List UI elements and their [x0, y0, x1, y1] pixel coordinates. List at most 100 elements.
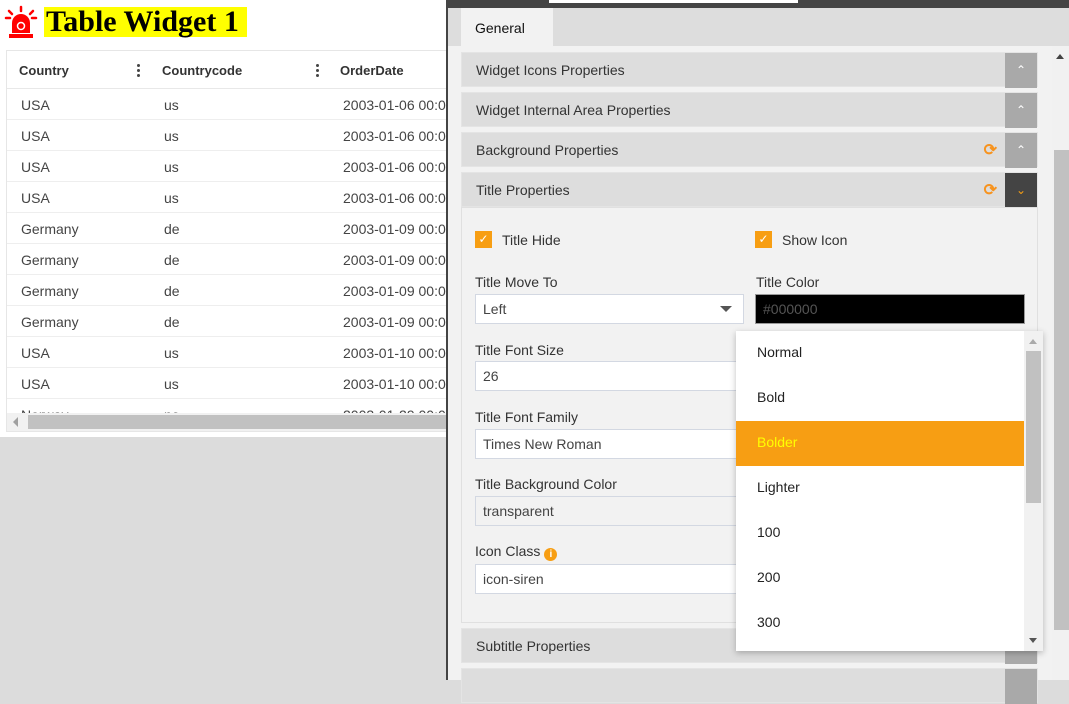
table-header: Country Countrycode OrderDate: [7, 51, 446, 89]
table-cell: us: [164, 128, 179, 144]
panel-topbar: [448, 0, 1069, 8]
tab-general[interactable]: General: [461, 8, 553, 46]
tab-bar: General: [448, 8, 1069, 46]
dropdown-option[interactable]: Normal: [736, 331, 1024, 376]
widget-title-text: Table Widget 1: [44, 7, 247, 37]
data-table: Country Countrycode OrderDate USA us 2003-…: [6, 50, 447, 432]
top-input[interactable]: [549, 0, 798, 3]
table-row[interactable]: USA us 2003-01-06 00:00: [7, 89, 446, 120]
column-header-orderdate[interactable]: OrderDate: [340, 63, 404, 78]
table-cell: Germany: [21, 283, 79, 299]
table-cell: 2003-01-06 00:00: [343, 190, 447, 206]
table-row[interactable]: USA us 2003-01-06 00:00: [7, 151, 446, 182]
table-cell: 2003-01-09 00:00: [343, 252, 447, 268]
section-label: Subtitle Properties: [476, 638, 591, 654]
chevron-up-icon[interactable]: ⌃: [1005, 93, 1037, 128]
table-cell: 2003-01-10 00:00: [343, 376, 447, 392]
column-header-countrycode[interactable]: Countrycode: [162, 63, 242, 78]
scrollbar-thumb[interactable]: [1026, 351, 1041, 503]
table-row[interactable]: USA us 2003-01-10 00:00: [7, 368, 446, 399]
title-move-to-select[interactable]: Left: [475, 294, 744, 324]
field-label: Title Background Color: [475, 476, 617, 492]
siren-icon: [4, 5, 38, 38]
section-label: Widget Internal Area Properties: [476, 102, 671, 118]
column-menu-icon[interactable]: [316, 64, 320, 79]
field-label: Icon Class: [475, 543, 541, 559]
scroll-left-icon[interactable]: [13, 417, 18, 427]
horizontal-scrollbar[interactable]: [7, 413, 446, 431]
table-cell: USA: [21, 190, 50, 206]
dropdown-option[interactable]: 100: [736, 511, 1024, 556]
field-label: Title Font Size: [475, 342, 564, 358]
table-cell: us: [164, 159, 179, 175]
section-next[interactable]: [461, 668, 1038, 704]
table-cell: us: [164, 97, 179, 113]
table-cell: us: [164, 376, 179, 392]
table-cell: 2003-01-09 00:00: [343, 221, 447, 237]
table-cell: 2003-01-10 00:00: [343, 345, 447, 361]
refresh-icon[interactable]: ⟳: [984, 140, 997, 160]
table-widget: Table Widget 1 Country Countrycode Order…: [0, 0, 447, 437]
section-title[interactable]: Title Properties ⟳ ⌄: [461, 172, 1038, 208]
dropdown-option[interactable]: 200: [736, 556, 1024, 601]
chevron-up-icon[interactable]: ⌃: [1005, 133, 1037, 168]
scrollbar-thumb[interactable]: [28, 415, 446, 429]
section-background[interactable]: Background Properties ⟳ ⌃: [461, 132, 1038, 168]
table-cell: USA: [21, 345, 50, 361]
title-font-family-input[interactable]: Times New Roman: [475, 429, 744, 459]
dropdown-scrollbar[interactable]: [1024, 331, 1043, 651]
chevron-down-icon[interactable]: ⌄: [1005, 173, 1037, 208]
field-label: Title Move To: [475, 274, 558, 290]
icon-class-label: Icon Class i: [475, 543, 558, 561]
section-widget-internal-area[interactable]: Widget Internal Area Properties ⌃: [461, 92, 1038, 128]
table-cell: 2003-01-09 00:00: [343, 314, 447, 330]
checkmark-icon[interactable]: ✓: [755, 231, 772, 248]
chevron-up-icon[interactable]: ⌃: [1005, 53, 1037, 88]
dropdown-option[interactable]: Lighter: [736, 466, 1024, 511]
table-row[interactable]: USA us 2003-01-06 00:00: [7, 182, 446, 213]
table-cell: de: [164, 283, 180, 299]
table-row[interactable]: USA us 2003-01-06 00:00: [7, 120, 446, 151]
title-bg-color-input[interactable]: transparent: [475, 496, 744, 526]
table-cell: de: [164, 314, 180, 330]
table-row[interactable]: Germany de 2003-01-09 00:00: [7, 213, 446, 244]
scroll-down-icon[interactable]: [1029, 638, 1037, 643]
section-label: Title Properties: [476, 182, 570, 198]
icon-class-input[interactable]: icon-siren: [475, 564, 744, 594]
checkbox-label: Title Hide: [502, 231, 561, 248]
checkbox-label: Show Icon: [782, 231, 848, 248]
scroll-up-icon[interactable]: [1029, 339, 1037, 344]
field-label: Title Color: [756, 274, 820, 290]
table-row[interactable]: Germany de 2003-01-09 00:00: [7, 275, 446, 306]
table-cell: USA: [21, 376, 50, 392]
dropdown-option[interactable]: Bolder: [736, 421, 1024, 466]
section-label: Widget Icons Properties: [476, 62, 625, 78]
table-row[interactable]: USA us 2003-01-10 00:00: [7, 337, 446, 368]
chevron-up-icon[interactable]: [1005, 669, 1037, 704]
dropdown-caret-icon[interactable]: [720, 306, 732, 312]
table-cell: Germany: [21, 314, 79, 330]
table-cell: de: [164, 221, 180, 237]
table-row[interactable]: Germany de 2003-01-09 00:00: [7, 244, 446, 275]
section-label: Background Properties: [476, 142, 619, 158]
field-label: Title Font Family: [475, 409, 578, 425]
scroll-up-icon[interactable]: [1056, 54, 1064, 59]
dropdown-option[interactable]: 300: [736, 601, 1024, 646]
table-cell: de: [164, 252, 180, 268]
section-widget-icons[interactable]: Widget Icons Properties ⌃: [461, 52, 1038, 88]
table-row[interactable]: Germany de 2003-01-09 00:00: [7, 306, 446, 337]
scrollbar-thumb[interactable]: [1054, 150, 1069, 630]
column-header-country[interactable]: Country: [19, 63, 69, 78]
title-hide-checkbox[interactable]: ✓ Title Hide: [475, 231, 561, 248]
refresh-icon[interactable]: ⟳: [984, 180, 997, 200]
font-weight-dropdown: Normal Bold Bolder Lighter 100 200 300: [736, 331, 1043, 651]
show-icon-checkbox[interactable]: ✓ Show Icon: [755, 231, 847, 248]
table-cell: Germany: [21, 252, 79, 268]
checkmark-icon[interactable]: ✓: [475, 231, 492, 248]
title-font-size-input[interactable]: 26: [475, 361, 744, 391]
info-icon[interactable]: i: [544, 548, 558, 561]
title-color-input[interactable]: #000000: [755, 294, 1025, 324]
dropdown-option[interactable]: Bold: [736, 376, 1024, 421]
panel-scrollbar[interactable]: [1052, 46, 1069, 680]
column-menu-icon[interactable]: [137, 64, 141, 79]
